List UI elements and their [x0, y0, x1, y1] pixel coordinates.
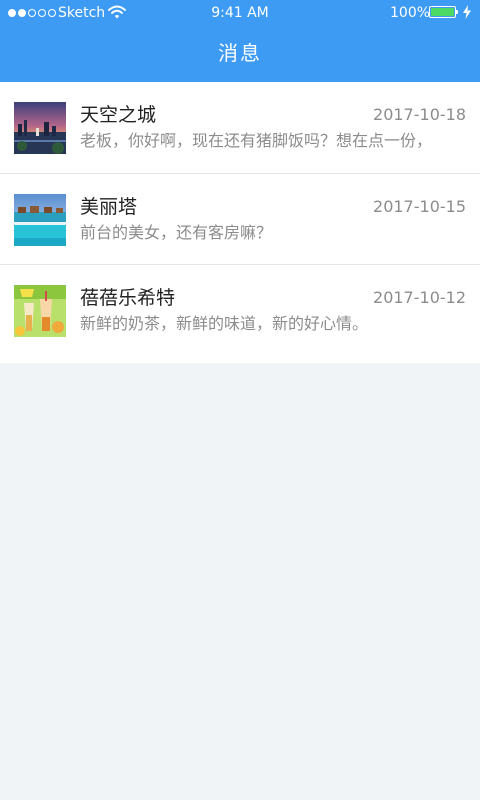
message-date: 2017-10-15	[373, 197, 466, 216]
message-item[interactable]: 天空之城 2017-10-18 老板，你好啊，现在还有猪脚饭吗？想在点一份，	[0, 82, 480, 173]
battery-percent: 100%	[390, 5, 431, 21]
page-title: 消息	[218, 41, 262, 65]
message-list: 天空之城 2017-10-18 老板，你好啊，现在还有猪脚饭吗？想在点一份， 美…	[0, 82, 480, 363]
message-preview: 新鲜的奶茶，新鲜的味道，新的好心情。	[80, 314, 369, 333]
message-item[interactable]: 美丽塔 2017-10-15 前台的美女，还有客房嘛？	[0, 173, 480, 265]
message-preview: 前台的美女，还有客房嘛？	[80, 223, 273, 242]
message-date: 2017-10-18	[373, 105, 466, 124]
resort-pool-avatar	[14, 194, 66, 246]
message-sender: 蓓蓓乐希特	[80, 287, 176, 309]
charging-bolt-icon	[463, 5, 471, 19]
message-date: 2017-10-12	[373, 288, 466, 307]
status-bar: Sketch 9:41 AM 100%	[0, 0, 480, 26]
battery-level	[431, 8, 454, 16]
battery-icon	[429, 6, 456, 18]
message-sender: 天空之城	[80, 104, 157, 126]
milk-tea-avatar	[14, 285, 66, 337]
header-bar: Sketch 9:41 AM 100% 消息	[0, 0, 480, 82]
message-item[interactable]: 蓓蓓乐希特 2017-10-12 新鲜的奶茶，新鲜的味道，新的好心情。	[0, 264, 480, 356]
battery-terminal	[456, 10, 458, 14]
city-sunset-avatar	[14, 102, 66, 154]
message-preview: 老板，你好啊，现在还有猪脚饭吗？想在点一份，	[80, 131, 433, 150]
message-sender: 美丽塔	[80, 196, 138, 218]
